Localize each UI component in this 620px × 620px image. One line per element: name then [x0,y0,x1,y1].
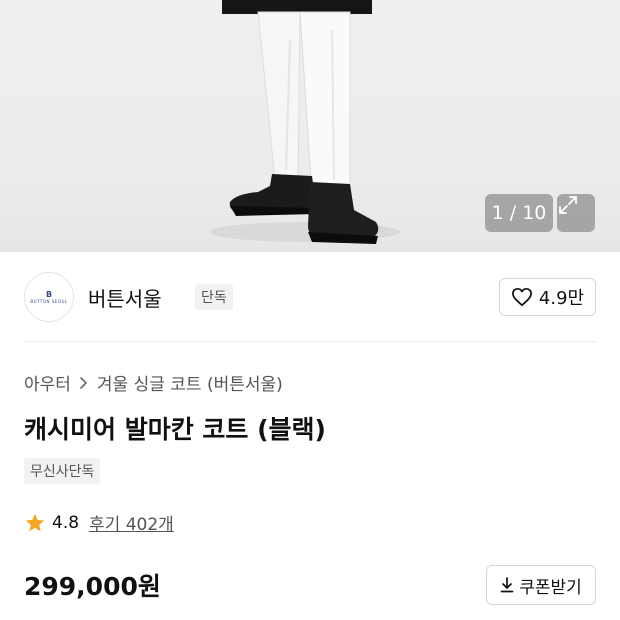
chevron-right-icon [80,376,88,389]
breadcrumb-category[interactable]: 아우터 [24,370,71,395]
brand-logo[interactable]: B BUTTON SEOUL [24,272,74,322]
breadcrumb-subcategory[interactable]: 겨울 싱글 코트 (버튼서울) [97,370,283,395]
rating-row: 4.8 후기 402개 [24,510,174,535]
brand-logo-text: BUTTON SEOUL [30,298,68,304]
exclusive-badge: 무신사단독 [24,458,101,484]
coupon-button[interactable]: 쿠폰받기 [486,565,596,605]
brand-logo-mark: B [45,289,53,299]
like-count: 4.9만 [538,288,585,309]
product-title: 캐시미어 발마칸 코트 (블랙) [24,415,326,444]
exclusive-tag: 단독 [195,284,233,310]
like-button[interactable]: 4.9만 [499,278,596,316]
coupon-label: 쿠폰받기 [519,577,582,598]
product-price: 299,000원 [24,572,161,601]
brand-name[interactable]: 버튼서울 [88,283,162,312]
brand-row: B BUTTON SEOUL 버튼서울 단독 4.9만 [24,270,596,322]
expand-icon [559,196,577,214]
divider [24,341,596,342]
rating-value: 4.8 [52,512,80,533]
image-counter: 1 / 10 [485,194,553,232]
star-icon [25,513,45,531]
breadcrumb: 아우터 겨울 싱글 코트 (버튼서울) [24,370,283,395]
reviews-link[interactable]: 후기 402개 [89,510,174,535]
heart-icon [511,287,532,307]
expand-button[interactable] [557,194,595,232]
product-image[interactable]: 1 / 10 [0,0,620,252]
download-icon [500,577,514,593]
